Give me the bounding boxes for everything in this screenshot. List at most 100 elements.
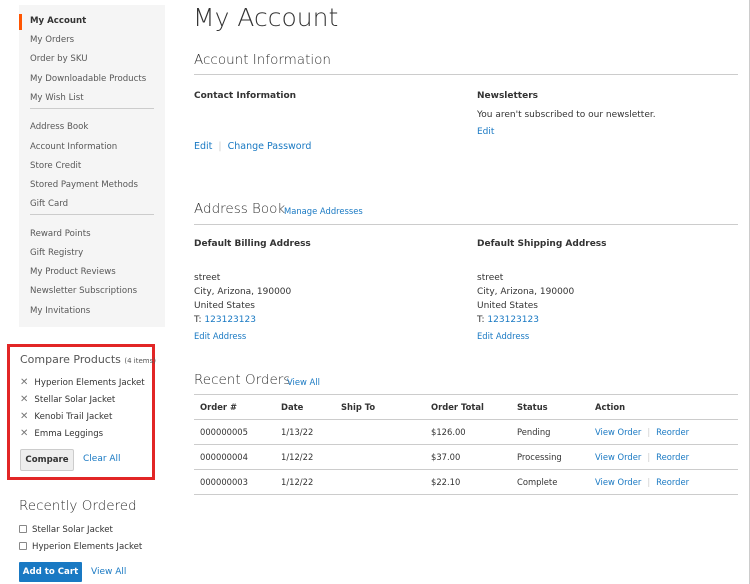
table-row: 000000003 1/12/22 $22.10 Complete View O… bbox=[194, 469, 738, 495]
sidebar-item-address-book[interactable]: Address Book bbox=[30, 122, 88, 132]
column-header: Order Total bbox=[425, 394, 511, 420]
column-header: Status bbox=[511, 394, 589, 420]
view-order-link[interactable]: View Order bbox=[595, 427, 641, 437]
order-date: 1/13/22 bbox=[275, 419, 335, 445]
order-ship-to bbox=[335, 469, 425, 495]
checkbox[interactable] bbox=[19, 525, 27, 533]
compare-item: ✕ Stellar Solar Jacket bbox=[20, 394, 115, 405]
account-info-title: Account Information bbox=[194, 52, 331, 68]
recent-item-link[interactable]: Hyperion Elements Jacket bbox=[32, 542, 142, 552]
table-row: 000000004 1/12/22 $37.00 Processing View… bbox=[194, 444, 738, 470]
recent-view-all-link[interactable]: View All bbox=[91, 567, 126, 577]
order-total: $37.00 bbox=[425, 444, 511, 470]
compare-title: Compare Products (4 items) bbox=[20, 353, 156, 366]
sidebar-item-gift-registry[interactable]: Gift Registry bbox=[30, 248, 83, 258]
view-order-link[interactable]: View Order bbox=[595, 452, 641, 462]
divider bbox=[194, 224, 738, 225]
sidebar-item-my-orders[interactable]: My Orders bbox=[30, 35, 74, 45]
compare-count: (4 items) bbox=[124, 357, 156, 365]
sidebar-item-my-invitations[interactable]: My Invitations bbox=[30, 306, 90, 316]
compare-item-link[interactable]: Stellar Solar Jacket bbox=[34, 395, 115, 405]
order-actions: View Order | Reorder bbox=[589, 469, 738, 495]
clear-all-link[interactable]: Clear All bbox=[83, 454, 121, 464]
divider bbox=[194, 74, 738, 75]
order-total: $22.10 bbox=[425, 469, 511, 495]
table-row: 000000005 1/13/22 $126.00 Pending View O… bbox=[194, 419, 738, 445]
order-id: 000000004 bbox=[194, 444, 275, 470]
separator: | bbox=[647, 452, 651, 462]
manage-addresses-link[interactable]: Manage Addresses bbox=[284, 206, 363, 216]
sidebar-item-store-credit[interactable]: Store Credit bbox=[30, 161, 81, 171]
shipping-edit-address-link[interactable]: Edit Address bbox=[477, 331, 529, 341]
order-total: $126.00 bbox=[425, 419, 511, 445]
order-actions: View Order | Reorder bbox=[589, 444, 738, 470]
reorder-link[interactable]: Reorder bbox=[656, 477, 689, 487]
sidebar-item-order-by-sku[interactable]: Order by SKU bbox=[30, 54, 88, 64]
column-header: Order # bbox=[194, 394, 275, 420]
sidebar-item-my-account[interactable]: My Account bbox=[30, 16, 86, 26]
sidebar-item-newsletter-subscriptions[interactable]: Newsletter Subscriptions bbox=[30, 286, 137, 296]
checkbox[interactable] bbox=[19, 542, 27, 550]
close-icon[interactable]: ✕ bbox=[20, 394, 28, 405]
active-indicator bbox=[19, 14, 22, 30]
compare-item-link[interactable]: Kenobi Trail Jacket bbox=[34, 412, 112, 422]
view-order-link[interactable]: View Order bbox=[595, 477, 641, 487]
phone-link[interactable]: 123123123 bbox=[487, 315, 539, 325]
shipping-city: City, Arizona, 190000 bbox=[477, 287, 575, 297]
compare-products-block: Compare Products (4 items) ✕ Hyperion Ele… bbox=[7, 344, 156, 480]
sidebar-divider bbox=[30, 214, 154, 216]
order-date: 1/12/22 bbox=[275, 444, 335, 470]
column-header: Action bbox=[589, 394, 738, 420]
sidebar-item-reward-points[interactable]: Reward Points bbox=[30, 229, 91, 239]
sidebar-item-gift-card[interactable]: Gift Card bbox=[30, 199, 68, 209]
change-password-link[interactable]: Change Password bbox=[228, 141, 312, 152]
recent-orders-table: Order # Date Ship To Order Total Status Actio… bbox=[194, 394, 738, 495]
address-book-title: Address Book bbox=[194, 201, 286, 217]
order-ship-to bbox=[335, 419, 425, 445]
order-status: Processing bbox=[511, 444, 589, 470]
newsletters-title: Newsletters bbox=[477, 91, 539, 101]
sidebar-item-my-product-reviews[interactable]: My Product Reviews bbox=[30, 267, 116, 277]
compare-item: ✕ Emma Leggings bbox=[20, 428, 103, 439]
close-icon[interactable]: ✕ bbox=[20, 428, 28, 439]
reorder-link[interactable]: Reorder bbox=[656, 427, 689, 437]
account-sidebar-nav: My Account My Orders Order by SKU My Downlo… bbox=[19, 5, 165, 327]
order-id: 000000005 bbox=[194, 419, 275, 445]
compare-item-link[interactable]: Emma Leggings bbox=[34, 429, 103, 439]
billing-country: United States bbox=[194, 301, 255, 311]
order-ship-to bbox=[335, 444, 425, 470]
column-header: Date bbox=[275, 394, 335, 420]
compare-item-link[interactable]: Hyperion Elements Jacket bbox=[34, 378, 144, 388]
recent-item-link[interactable]: Stellar Solar Jacket bbox=[32, 525, 113, 535]
phone-link[interactable]: 123123123 bbox=[204, 315, 256, 325]
order-date: 1/12/22 bbox=[275, 469, 335, 495]
order-actions: View Order | Reorder bbox=[589, 419, 738, 445]
billing-city: City, Arizona, 190000 bbox=[194, 287, 292, 297]
sidebar-divider bbox=[30, 108, 154, 109]
separator: | bbox=[647, 477, 651, 487]
shipping-country: United States bbox=[477, 301, 538, 311]
billing-street: street bbox=[194, 273, 221, 283]
newsletter-status: You aren't subscribed to our newsletter. bbox=[477, 110, 656, 120]
close-icon[interactable]: ✕ bbox=[20, 377, 28, 388]
edit-newsletter-link[interactable]: Edit bbox=[477, 127, 494, 137]
billing-address-title: Default Billing Address bbox=[194, 239, 311, 249]
orders-view-all-link[interactable]: View All bbox=[287, 377, 320, 387]
sidebar-item-my-wish-list[interactable]: My Wish List bbox=[30, 93, 84, 103]
compare-button[interactable]: Compare bbox=[20, 449, 74, 471]
edit-contact-link[interactable]: Edit bbox=[194, 141, 212, 152]
compare-item: ✕ Hyperion Elements Jacket bbox=[20, 377, 145, 388]
reorder-link[interactable]: Reorder bbox=[656, 452, 689, 462]
shipping-street: street bbox=[477, 273, 504, 283]
order-status: Complete bbox=[511, 469, 589, 495]
close-icon[interactable]: ✕ bbox=[20, 411, 28, 422]
recently-ordered-title: Recently Ordered bbox=[19, 498, 137, 514]
order-id: 000000003 bbox=[194, 469, 275, 495]
sidebar-item-my-downloadable-products[interactable]: My Downloadable Products bbox=[30, 74, 146, 84]
sidebar-item-account-information[interactable]: Account Information bbox=[30, 142, 117, 152]
sidebar-item-stored-payment-methods[interactable]: Stored Payment Methods bbox=[30, 180, 138, 190]
billing-edit-address-link[interactable]: Edit Address bbox=[194, 331, 246, 341]
shipping-phone: T: 123123123 bbox=[477, 315, 539, 325]
shipping-address-title: Default Shipping Address bbox=[477, 239, 607, 249]
add-to-cart-button[interactable]: Add to Cart bbox=[19, 562, 82, 582]
